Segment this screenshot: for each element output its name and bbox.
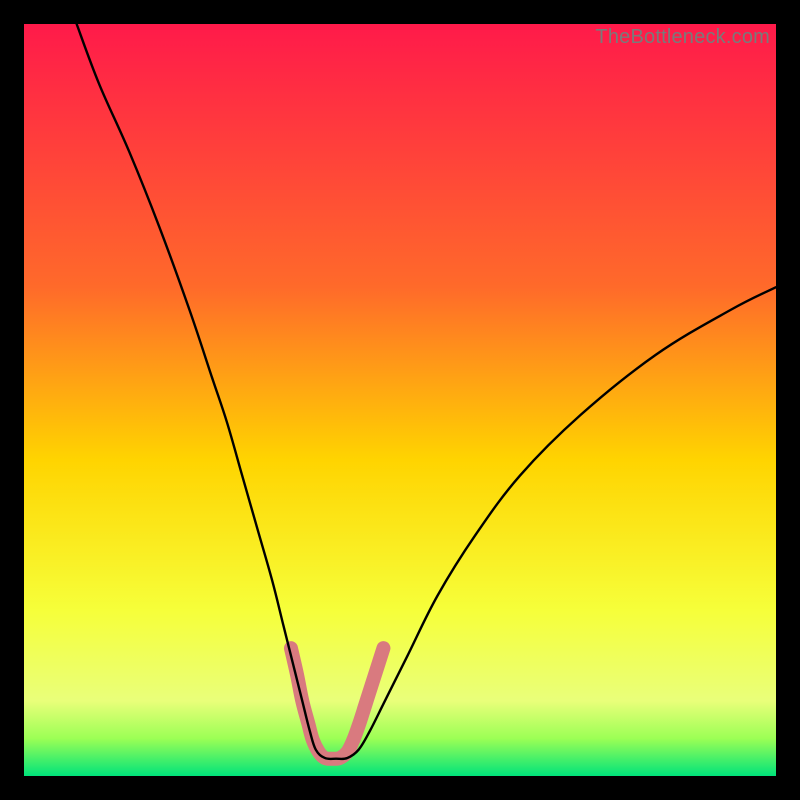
curve-main bbox=[77, 24, 776, 759]
bottleneck-curve bbox=[24, 24, 776, 776]
curve-accent-segment bbox=[291, 648, 384, 759]
watermark-text: TheBottleneck.com bbox=[595, 26, 770, 49]
chart-frame: TheBottleneck.com bbox=[24, 24, 776, 776]
